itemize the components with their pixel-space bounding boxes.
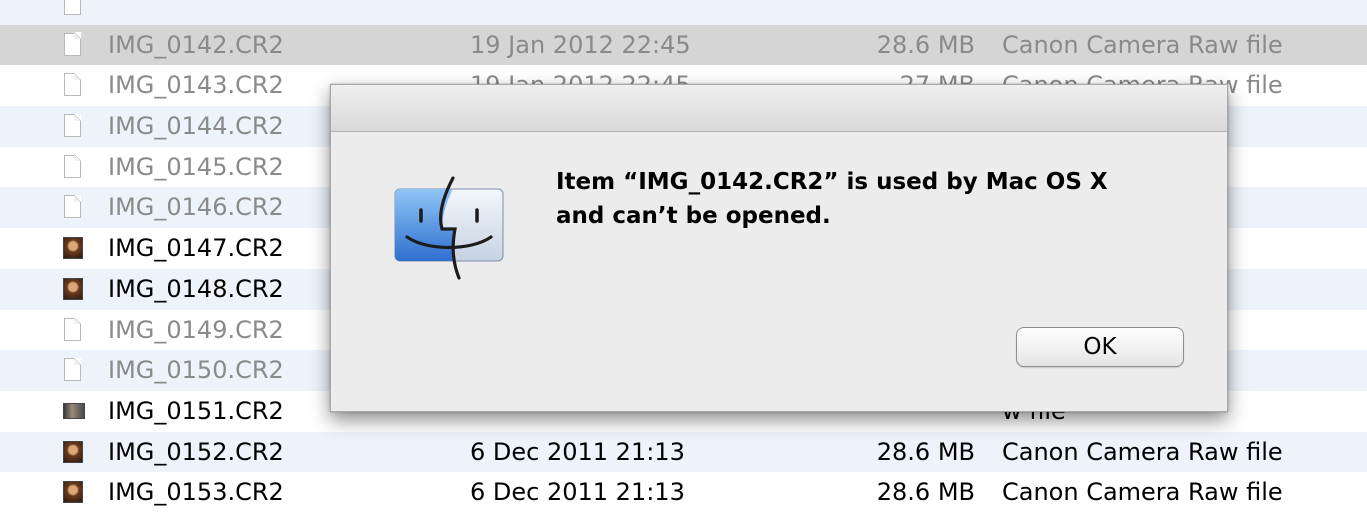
file-row[interactable]: [0, 0, 1367, 25]
file-icon-cell: [62, 391, 88, 431]
file-row[interactable]: IMG_0142.CR2 19 Jan 2012 22:45 28.6 MB Cano…: [0, 24, 1367, 66]
file-name: IMG_0153.CR2: [108, 478, 284, 507]
file-date: 6 Dec 2011 21:13: [470, 478, 685, 507]
file-row[interactable]: IMG_0152.CR2 6 Dec 2011 21:13 28.6 MB Canon…: [0, 431, 1367, 473]
file-size: 28.6 MB: [876, 30, 975, 59]
finder-icon: [393, 175, 505, 281]
file-size: 28.6 MB: [876, 478, 975, 507]
file-icon-cell: [62, 0, 88, 24]
file-icon-cell: [62, 25, 88, 65]
file-kind: Canon Camera Raw file: [1002, 30, 1283, 59]
file-name: IMG_0145.CR2: [108, 152, 284, 181]
ok-button[interactable]: OK: [1016, 327, 1184, 367]
file-icon-cell: [62, 187, 88, 227]
document-icon: [64, 317, 82, 341]
file-name: IMG_0150.CR2: [108, 356, 284, 385]
file-name: IMG_0149.CR2: [108, 315, 284, 344]
file-icon-cell: [62, 147, 88, 187]
file-icon-cell: [62, 106, 88, 146]
file-name: IMG_0146.CR2: [108, 193, 284, 222]
file-name: IMG_0148.CR2: [108, 274, 284, 303]
file-row[interactable]: IMG_0153.CR2 6 Dec 2011 21:13 28.6 MB Canon…: [0, 472, 1367, 513]
document-icon: [64, 195, 82, 219]
document-icon: [64, 154, 82, 178]
document-icon: [64, 0, 81, 15]
dialog-message-line-2: and can’t be opened.: [556, 203, 831, 229]
document-icon: [64, 73, 82, 97]
document-icon: [64, 113, 82, 138]
dialog-titlebar[interactable]: [331, 85, 1227, 132]
dialog-message: Item “IMG_0142.CR2” is used by Mac OS X …: [556, 165, 1206, 233]
file-icon-cell: [62, 472, 88, 512]
file-date: 6 Dec 2011 21:13: [470, 437, 685, 466]
file-kind: Canon Camera Raw file: [1002, 437, 1283, 466]
photo-thumbnail-icon: [63, 277, 83, 300]
document-icon: [64, 32, 82, 56]
file-name: IMG_0143.CR2: [108, 71, 284, 100]
dialog-message-line-1: Item “IMG_0142.CR2” is used by Mac OS X: [556, 169, 1108, 195]
photo-thumbnail-icon: [63, 481, 83, 504]
landscape-thumbnail-icon: [63, 402, 85, 419]
file-size: 28.6 MB: [876, 437, 975, 466]
file-name: IMG_0147.CR2: [108, 234, 284, 263]
file-name: IMG_0151.CR2: [108, 396, 284, 425]
file-icon-cell: [62, 269, 88, 309]
file-icon-cell: [62, 310, 88, 350]
file-icon-cell: [62, 350, 88, 390]
photo-thumbnail-icon: [63, 237, 83, 260]
file-date: 19 Jan 2012 22:45: [470, 30, 691, 59]
photo-thumbnail-icon: [63, 440, 83, 463]
file-name: IMG_0142.CR2: [108, 30, 284, 59]
file-name: IMG_0144.CR2: [108, 112, 284, 141]
file-icon-cell: [62, 432, 88, 472]
file-icon-cell: [62, 65, 88, 105]
file-kind: Canon Camera Raw file: [1002, 478, 1283, 507]
alert-dialog: Item “IMG_0142.CR2” is used by Mac OS X …: [330, 84, 1228, 412]
file-name: IMG_0152.CR2: [108, 437, 284, 466]
document-icon: [64, 357, 82, 382]
file-icon-cell: [62, 228, 88, 268]
